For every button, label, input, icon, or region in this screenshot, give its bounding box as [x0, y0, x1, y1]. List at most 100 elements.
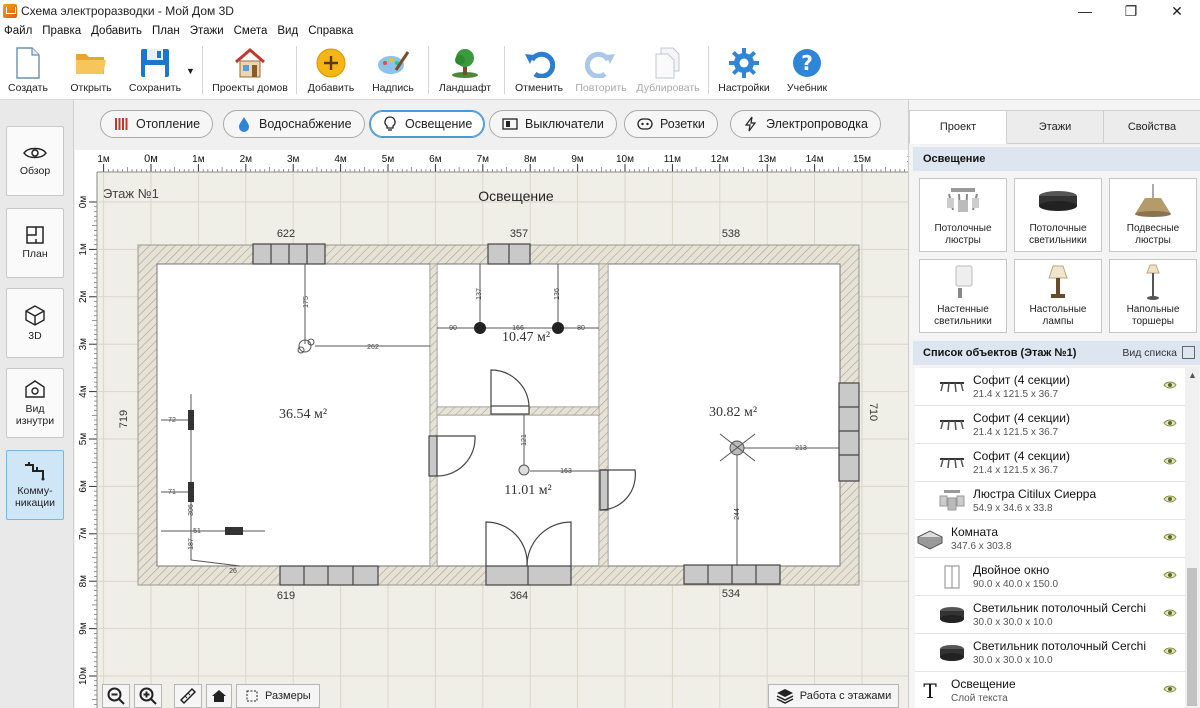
wall-lamp-icon: [955, 265, 973, 298]
menu-view[interactable]: Вид: [277, 25, 298, 37]
undo-button[interactable]: Отменить: [512, 46, 566, 98]
wiring-tab[interactable]: Электропроводка: [730, 110, 881, 138]
list-item[interactable]: Комната 347.6 x 303.8: [915, 520, 1185, 558]
ruler-button[interactable]: [174, 684, 202, 708]
view3d-button[interactable]: 3D: [6, 288, 64, 358]
label-button[interactable]: Надпись: [368, 46, 418, 98]
home-button[interactable]: [206, 684, 232, 708]
tab-floors[interactable]: Этажи: [1007, 110, 1104, 144]
ceiling-lamp-marker[interactable]: [552, 322, 564, 334]
list-item[interactable]: Софит (4 секции) 21.4 x 121.5 x 36.7: [915, 444, 1185, 482]
menu-estimate[interactable]: Смета: [234, 25, 268, 37]
menu-floors[interactable]: Этажи: [190, 25, 224, 37]
list-view-button[interactable]: Вид списка: [1122, 347, 1177, 359]
window-bottom-right[interactable]: [683, 564, 781, 585]
visibility-eye-icon[interactable]: [1163, 456, 1177, 466]
ruler-y-label: 5м: [78, 433, 89, 446]
heating-tab[interactable]: Отопление: [100, 110, 214, 138]
water-label: Водоснабжение: [259, 117, 352, 131]
visibility-eye-icon[interactable]: [1163, 646, 1177, 656]
lamp-marker[interactable]: [518, 464, 530, 476]
open-button[interactable]: Открыть: [66, 46, 116, 98]
ceiling-lamp-icon: [1039, 191, 1077, 211]
add-button[interactable]: Добавить: [304, 46, 358, 98]
minimize-button[interactable]: —: [1062, 0, 1108, 22]
window-bottom-left[interactable]: [279, 565, 379, 586]
save-button[interactable]: Сохранить: [126, 46, 184, 98]
switches-tab[interactable]: Выключатели: [489, 110, 617, 138]
zoom-in-button[interactable]: [134, 684, 162, 708]
sockets-tab[interactable]: Розетки: [624, 110, 718, 138]
visibility-eye-icon[interactable]: [1163, 380, 1177, 390]
plan-canvas[interactable]: 1м 0м 1м 2м 3м 4м 5м 6м 7м 8м 9м 10м 11м 12м 13м 14м 15м…: [75, 150, 908, 708]
object-list[interactable]: Софит (4 секции) 21.4 x 121.5 x 36.7 Соф…: [915, 368, 1185, 708]
projects-button[interactable]: Проекты домов: [210, 46, 290, 98]
menu-edit[interactable]: Правка: [42, 25, 81, 37]
lighting-tab[interactable]: Освещение: [369, 110, 486, 138]
window-top-left[interactable]: [252, 243, 326, 265]
floors-button[interactable]: Работа с этажами: [768, 684, 899, 708]
list-item[interactable]: Софит (4 секции) 21.4 x 121.5 x 36.7: [915, 406, 1185, 444]
dimensions-button[interactable]: Размеры: [236, 684, 320, 708]
tab-properties[interactable]: Свойства: [1104, 110, 1200, 144]
list-item[interactable]: Светильник потолочный Cerchi 30.0 x 30.0…: [915, 634, 1185, 672]
zoom-out-icon: [107, 687, 125, 705]
floor-plan[interactable]: 1м 0м 1м 2м 3м 4м 5м 6м 7м 8м 9м 10м 11м 12м 13м 14м 15м…: [75, 150, 908, 708]
menu-file[interactable]: Файл: [4, 25, 32, 37]
wire-dim: 137: [476, 288, 483, 300]
visibility-eye-icon[interactable]: [1163, 532, 1177, 542]
card-ceiling-chandeliers[interactable]: Потолочные люстры: [919, 178, 1007, 252]
ruler-x-label: 8м: [524, 154, 537, 165]
area-room-2: 10.47 м²: [502, 330, 550, 345]
ruler-x-label: 1м: [192, 154, 205, 165]
redo-button[interactable]: Повторить: [572, 46, 630, 98]
duplicate-button[interactable]: Дублировать: [634, 46, 702, 98]
list-item[interactable]: Двойное окно 90.0 x 40.0 x 150.0: [915, 558, 1185, 596]
window-top-mid[interactable]: [487, 243, 531, 265]
window-right[interactable]: [838, 382, 860, 482]
visibility-eye-icon[interactable]: [1163, 684, 1177, 694]
visibility-eye-icon[interactable]: [1163, 494, 1177, 504]
tutorial-button[interactable]: ? Учебник: [784, 46, 830, 98]
window-bottom-mid[interactable]: [485, 565, 572, 586]
maximize-button[interactable]: ❐: [1108, 0, 1154, 22]
ruler-x-label: 12м: [711, 154, 729, 165]
tab-project[interactable]: Проект: [909, 110, 1007, 144]
menu-add[interactable]: Добавить: [91, 25, 142, 37]
save-dropdown-icon[interactable]: ▼: [186, 66, 195, 76]
folder-icon: [74, 46, 108, 80]
list-item[interactable]: Светильник потолочный Cerchi 30.0 x 30.0…: [915, 596, 1185, 634]
card-ceiling-lamps[interactable]: Потолочные светильники: [1014, 178, 1102, 252]
card-floor-lamps[interactable]: Напольные торшеры: [1109, 259, 1197, 333]
landscape-button[interactable]: Ландшафт: [436, 46, 494, 98]
gear-icon: [727, 46, 761, 80]
water-tab[interactable]: Водоснабжение: [223, 110, 365, 138]
separator: [708, 46, 709, 94]
plan-button[interactable]: План: [6, 208, 64, 278]
card-pendant-chandeliers[interactable]: Подвесные люстры: [1109, 178, 1197, 252]
inside-view-button[interactable]: Вид изнутри: [6, 368, 64, 438]
visibility-eye-icon[interactable]: [1163, 608, 1177, 618]
menu-help[interactable]: Справка: [308, 25, 353, 37]
list-item[interactable]: Софит (4 секции) 21.4 x 121.5 x 36.7: [915, 368, 1185, 406]
zoom-out-button[interactable]: [102, 684, 130, 708]
visibility-eye-icon[interactable]: [1163, 418, 1177, 428]
list-view-icon[interactable]: [1182, 346, 1195, 359]
menu-plan[interactable]: План: [152, 25, 180, 37]
list-item[interactable]: Люстра Citilux Сиерра 54.9 x 34.6 x 33.8: [915, 482, 1185, 520]
close-button[interactable]: ✕: [1154, 0, 1200, 22]
create-button[interactable]: Создать: [6, 46, 50, 98]
card-table-lamps[interactable]: Настольные лампы: [1014, 259, 1102, 333]
scroll-thumb[interactable]: [1187, 568, 1197, 706]
overview-button[interactable]: Обзор: [6, 126, 64, 196]
card-wall-lamps[interactable]: Настенные светильники: [919, 259, 1007, 333]
settings-button[interactable]: Настройки: [716, 46, 772, 98]
scroll-up-icon[interactable]: ▲: [1188, 370, 1197, 380]
visibility-eye-icon[interactable]: [1163, 570, 1177, 580]
list-item[interactable]: T Освещение Слой текста: [915, 672, 1185, 708]
dim-bottom-mid: 364: [510, 590, 528, 602]
object-list-scrollbar[interactable]: ▲: [1185, 368, 1199, 708]
communications-button[interactable]: Комму- никации: [6, 450, 64, 520]
wire-dim: 80: [577, 325, 585, 332]
ceiling-lamp-marker[interactable]: [474, 322, 486, 334]
